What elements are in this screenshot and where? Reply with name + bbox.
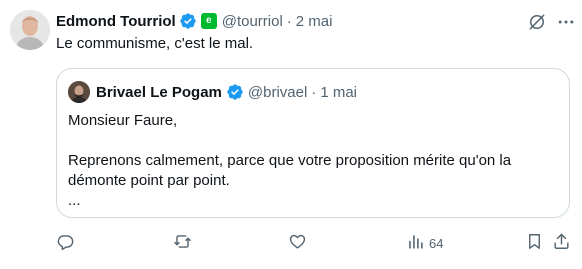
share-icon[interactable]	[552, 232, 571, 254]
author-name[interactable]: Edmond Tourriol	[56, 13, 176, 30]
share-button[interactable]	[552, 232, 571, 254]
like-button[interactable]	[288, 232, 307, 254]
retweet-button[interactable]	[173, 232, 192, 254]
reply-icon[interactable]	[56, 232, 75, 254]
quoted-text-line-1: Monsieur Faure,	[68, 112, 178, 129]
quoted-author-name[interactable]: Brivael Le Pogam	[96, 84, 222, 101]
quoted-verified-badge-icon	[226, 83, 244, 101]
quoted-author-avatar[interactable]	[68, 81, 90, 103]
tweet-card[interactable]: Edmond Tourriol e @tourriol · 2 mai Le c…	[0, 0, 582, 269]
separator-dot: ·	[286, 12, 292, 30]
quoted-date[interactable]: 1 mai	[320, 84, 357, 101]
quoted-text-line-3: ...	[68, 192, 81, 209]
more-options-icon[interactable]	[556, 12, 576, 32]
bookmark-icon[interactable]	[525, 232, 544, 254]
quoted-text-line-2: Reprenons calmement, parce que votre pro…	[68, 152, 512, 189]
quoted-author-handle[interactable]: @brivael	[248, 84, 307, 101]
quoted-tweet[interactable]: Brivael Le Pogam @brivael · 1 mai Monsie…	[56, 68, 570, 218]
views-count: 64	[429, 235, 444, 251]
author-handle[interactable]: @tourriol	[222, 13, 283, 30]
bookmark-button[interactable]	[525, 232, 544, 254]
retweet-icon[interactable]	[173, 232, 192, 254]
quoted-text: Monsieur Faure, Reprenons calmement, par…	[68, 111, 558, 211]
grok-icon[interactable]	[527, 12, 547, 32]
reply-button[interactable]	[56, 232, 75, 254]
views-button[interactable]: 64	[406, 232, 443, 254]
like-icon[interactable]	[288, 232, 307, 254]
tweet-header: Edmond Tourriol e @tourriol · 2 mai	[56, 10, 332, 32]
views-icon[interactable]	[406, 232, 425, 254]
verified-badge-icon	[179, 12, 197, 30]
tweet-date[interactable]: 2 mai	[296, 13, 333, 30]
action-bar: 64	[56, 232, 578, 254]
author-avatar[interactable]	[10, 10, 50, 50]
quoted-header: Brivael Le Pogam @brivael · 1 mai	[96, 81, 357, 103]
affiliate-badge-icon[interactable]: e	[200, 13, 217, 29]
quoted-separator-dot: ·	[311, 83, 317, 101]
tweet-text: Le communisme, c'est le mal.	[56, 35, 254, 52]
